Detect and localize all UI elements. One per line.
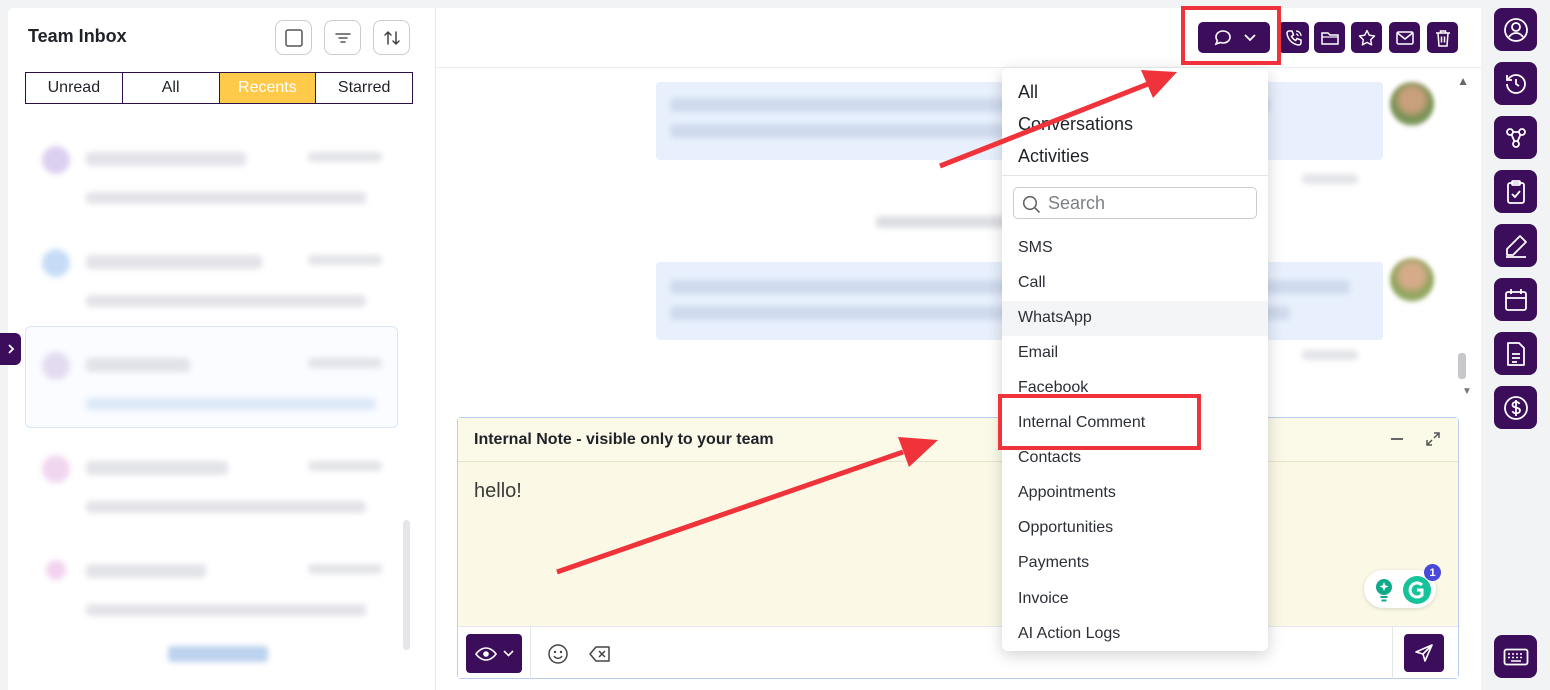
arrow-to-internal-comment [556,449,904,575]
arrow-to-channel-button [939,81,1149,169]
annotation-arrows [556,70,1177,575]
arrow-head [898,437,938,467]
app-window: Team Inbox Unread All Recents Starred ▲ … [0,0,1550,690]
